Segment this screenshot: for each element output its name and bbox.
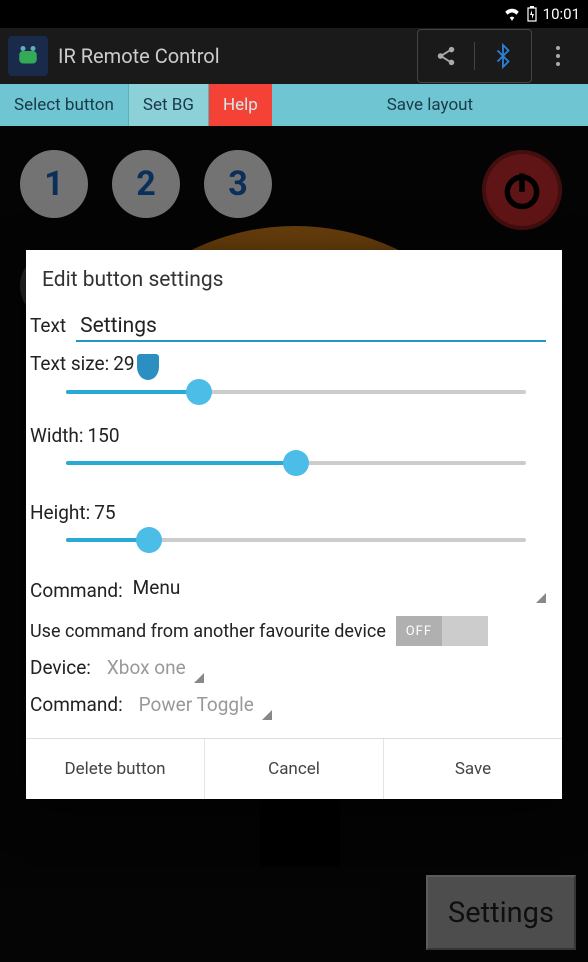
command2-spinner[interactable]: Power Toggle (137, 689, 272, 720)
set-bg-button[interactable]: Set BG (129, 84, 209, 126)
delete-button[interactable]: Delete button (26, 739, 204, 799)
device-spinner[interactable]: Xbox one (105, 652, 204, 683)
wifi-icon (503, 7, 521, 21)
device-label: Device: (30, 656, 91, 679)
status-time: 10:01 (543, 5, 580, 23)
dropdown-triangle-icon (536, 593, 546, 603)
help-button[interactable]: Help (209, 84, 272, 126)
action-group (417, 29, 532, 83)
button-text-input[interactable] (76, 312, 546, 342)
cancel-button[interactable]: Cancel (204, 739, 383, 799)
command2-label: Command: (30, 693, 123, 716)
save-button[interactable]: Save (383, 739, 562, 799)
dropdown-triangle-icon (262, 710, 272, 720)
battery-charging-icon (527, 6, 537, 22)
toolbar: Select button Set BG Help Save layout (0, 84, 588, 126)
width-slider[interactable] (30, 447, 546, 487)
action-bar: IR Remote Control (0, 28, 588, 84)
screen: 10:01 IR Remote Control Select button (0, 0, 588, 962)
save-layout-button[interactable]: Save layout (272, 84, 588, 126)
dropdown-triangle-icon (194, 673, 204, 683)
app-title: IR Remote Control (58, 44, 417, 68)
height-slider[interactable] (30, 524, 546, 564)
overflow-menu-icon[interactable] (536, 34, 580, 78)
textsize-value: 29 (113, 352, 134, 375)
width-label: Width: (30, 424, 83, 447)
dialog-title: Edit button settings (26, 250, 562, 312)
app-icon (8, 36, 48, 76)
select-button[interactable]: Select button (0, 84, 129, 126)
width-value: 150 (87, 424, 119, 447)
textsize-label: Text size: (30, 352, 109, 375)
command-label: Command: (30, 579, 123, 602)
text-label: Text (30, 314, 66, 337)
height-label: Height: (30, 501, 90, 524)
bluetooth-icon[interactable] (481, 34, 525, 78)
favourite-device-label: Use command from another favourite devic… (30, 621, 386, 642)
share-icon[interactable] (424, 34, 468, 78)
status-bar: 10:01 (0, 0, 588, 28)
favourite-device-toggle[interactable]: OFF (396, 616, 488, 646)
edit-button-dialog: Edit button settings Text Text size: 29 … (26, 250, 562, 799)
command-spinner[interactable]: Menu (133, 576, 546, 604)
textsize-slider[interactable] (30, 376, 546, 416)
dialog-actions: Delete button Cancel Save (26, 738, 562, 799)
height-value: 75 (94, 501, 115, 524)
